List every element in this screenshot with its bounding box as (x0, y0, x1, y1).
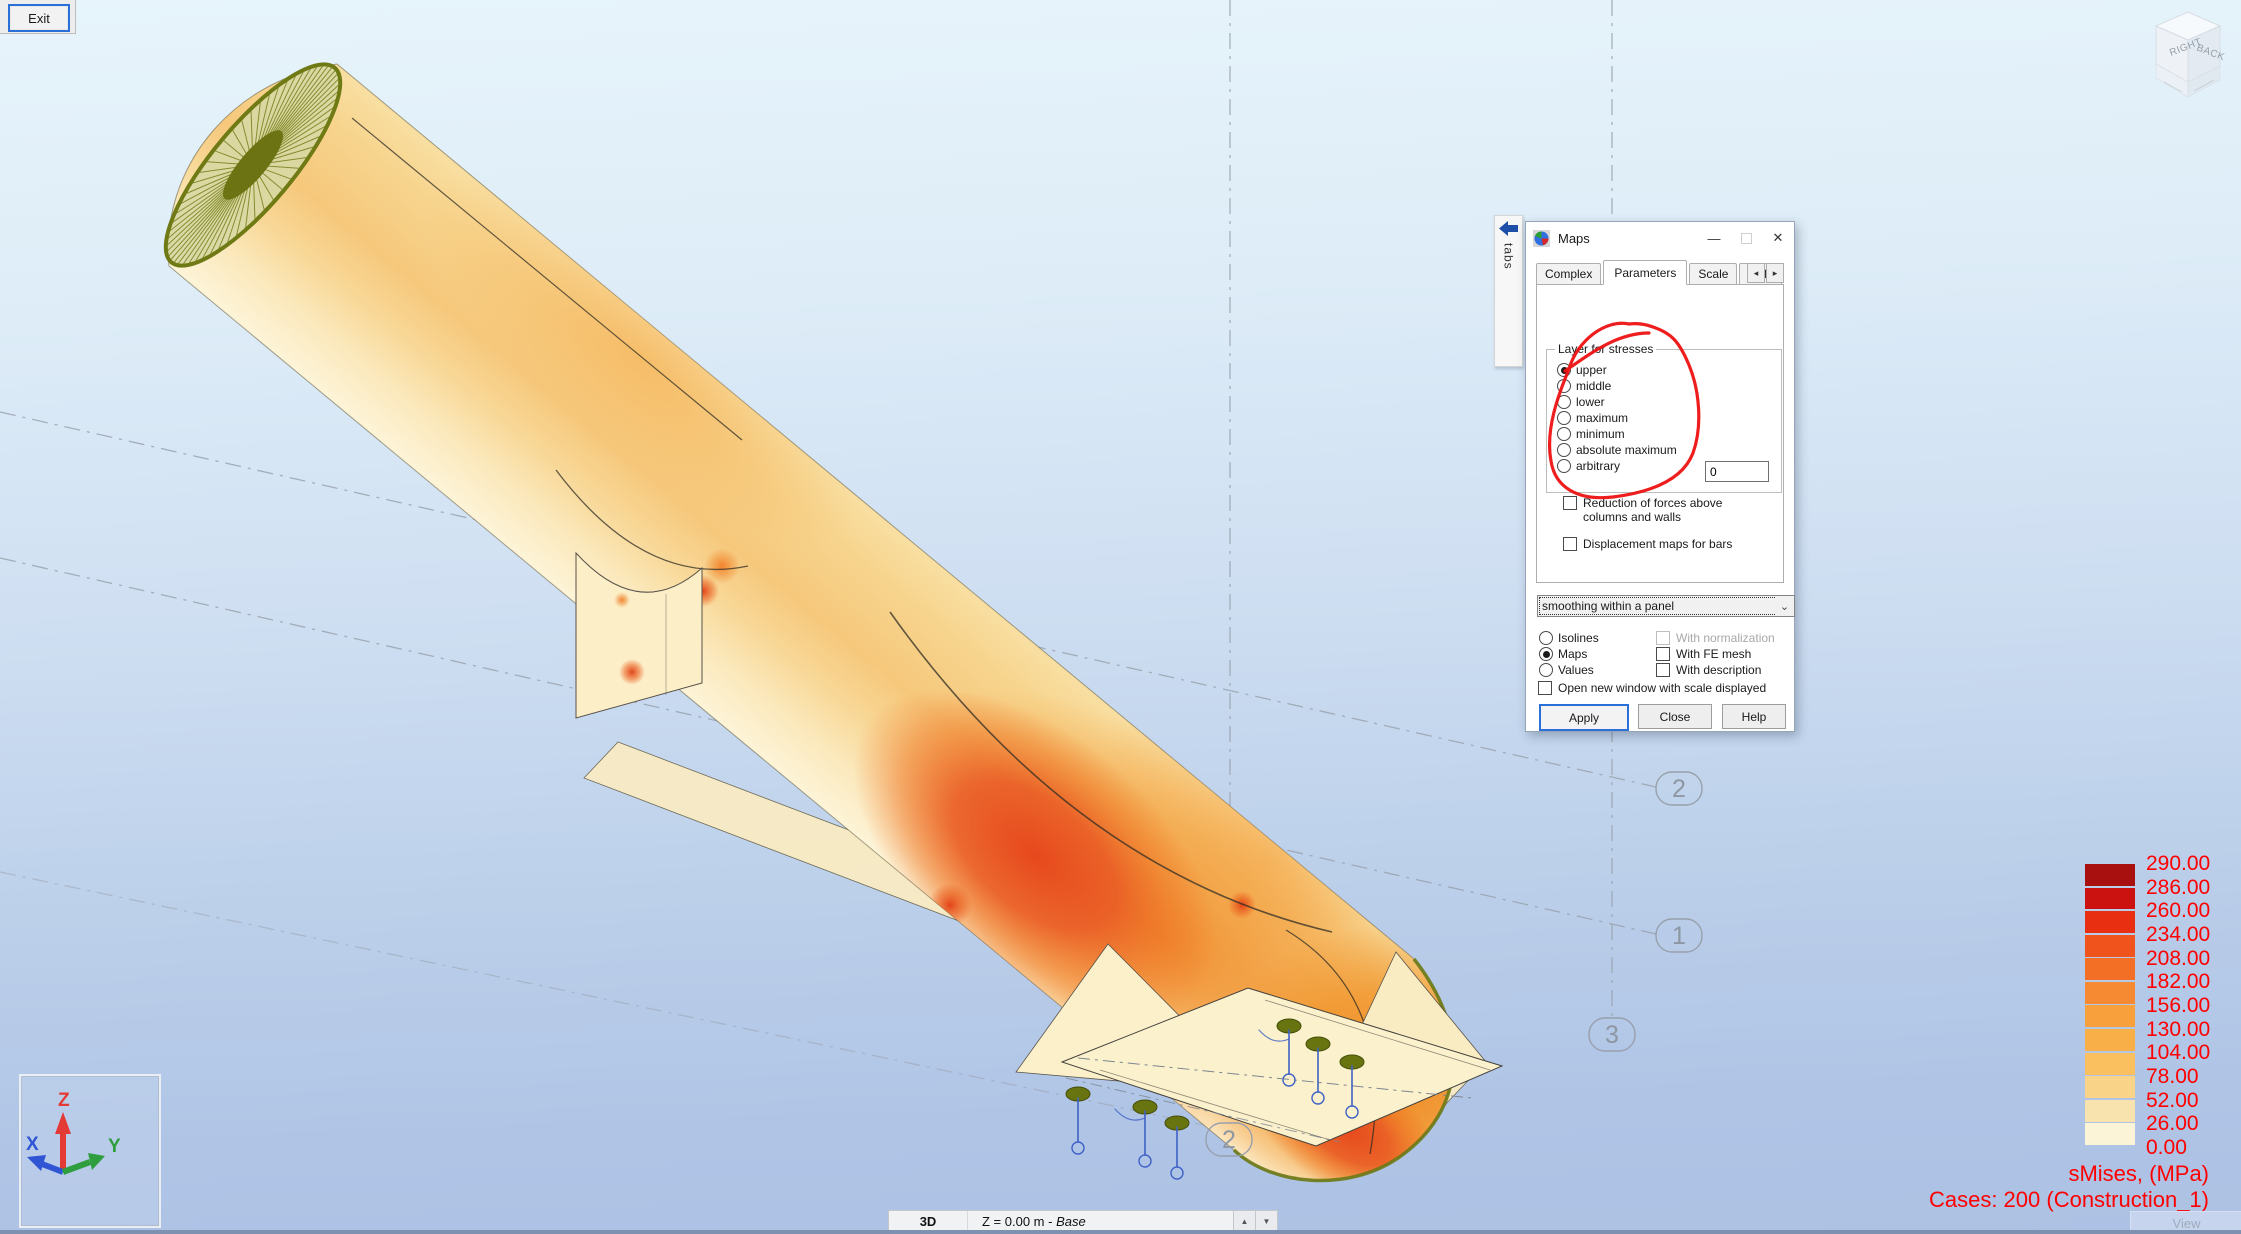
radio-minimum[interactable]: minimum (1557, 426, 1781, 442)
checkbox-reduction-of-forces[interactable]: Reduction of forces above columns and wa… (1563, 496, 1763, 524)
grid-bubble-1: 1 (1655, 918, 1703, 953)
close-icon[interactable]: ✕ (1762, 224, 1794, 252)
legend-value: 234.00 (2146, 922, 2211, 946)
checkbox-with-description[interactable]: With description (1656, 662, 1761, 678)
radio-lower[interactable]: lower (1557, 394, 1781, 410)
legend-value: 26.00 (2146, 1112, 2199, 1136)
axis-z-label: Z (58, 1090, 70, 1111)
apply-button[interactable]: Apply (1539, 704, 1629, 731)
tab-complex[interactable]: Complex (1536, 263, 1602, 285)
legend-value: 104.00 (2146, 1041, 2211, 1065)
grid-bubble-2: 2 (1655, 771, 1703, 806)
level-selector[interactable]: Z = 0.00 m - Base (968, 1211, 1233, 1232)
application-window: 2 1 3 2 Z X Y RIGHT BACK Exit 290.00 286… (0, 0, 2241, 1234)
legend-value: 0.00 (2146, 1135, 2187, 1159)
svg-text:3: 3 (1605, 1021, 1619, 1049)
axis-x-label: X (26, 1134, 39, 1155)
legend-values: 290.00 286.00 260.00 234.00 208.00 182.00 156.… (2146, 852, 2210, 1160)
chevron-down-icon[interactable]: ⌄ (1775, 595, 1795, 617)
legend-swatch (2085, 911, 2135, 934)
window-bottom-edge (0, 1230, 2241, 1234)
radio-absolute-maximum[interactable]: absolute maximum (1557, 442, 1781, 458)
exit-button[interactable]: Exit (8, 4, 70, 32)
level-down-icon[interactable]: ▼ (1255, 1211, 1277, 1232)
radio-maps[interactable]: Maps (1539, 646, 1587, 662)
legend-swatch (2085, 1005, 2135, 1028)
legend-swatch (2085, 887, 2135, 910)
legend-value: 52.00 (2146, 1088, 2199, 1112)
tabs-collapse-strip[interactable]: tabs (1494, 215, 1523, 367)
radio-isolines[interactable]: Isolines (1539, 630, 1599, 646)
layer-for-stresses-group: Layer for stresses upper middle lower ma… (1546, 342, 1782, 493)
legend-value: 78.00 (2146, 1064, 2199, 1088)
tab-scroll-right-icon[interactable]: ▸ (1766, 263, 1784, 283)
legend-swatch (2085, 1099, 2135, 1122)
legend-case-label: Cases: 200 (Construction_1) (1928, 1187, 2209, 1212)
tab-scale[interactable]: Scale (1689, 263, 1738, 285)
legend-value: 286.00 (2146, 875, 2211, 899)
radio-values[interactable]: Values (1539, 662, 1594, 678)
level-up-icon[interactable]: ▲ (1233, 1211, 1255, 1232)
collapse-arrow-icon (1499, 221, 1518, 236)
svg-text:2: 2 (1222, 1126, 1236, 1154)
parameters-tab-page: Layer for stresses upper middle lower ma… (1536, 284, 1784, 583)
help-button[interactable]: Help (1722, 704, 1786, 729)
legend-value: 208.00 (2146, 946, 2211, 970)
legend-title: sMises, (MPa) (2068, 1161, 2209, 1186)
dialog-title: Maps (1558, 230, 1590, 246)
maps-dialog: Maps — ✕ Complex Parameters Scale Deform… (1525, 221, 1795, 732)
legend-value: 156.00 (2146, 993, 2211, 1017)
view-cube[interactable]: RIGHT BACK (2138, 4, 2238, 114)
legend-value: 182.00 (2146, 970, 2211, 994)
close-button[interactable]: Close (1638, 704, 1712, 729)
tabs-strip-label: tabs (1501, 243, 1516, 270)
viewport-3d-scene[interactable]: 2 1 3 2 Z X Y (0, 0, 2241, 1234)
legend-swatch (2085, 981, 2135, 1004)
svg-text:2: 2 (1672, 775, 1686, 803)
view-mode-button[interactable]: 3D (889, 1211, 968, 1232)
axis-triad-panel: Z X Y (19, 1074, 161, 1228)
legend-value: 130.00 (2146, 1017, 2211, 1041)
checkbox-displacement-maps[interactable]: Displacement maps for bars (1563, 537, 1732, 551)
legend-swatch (2085, 1123, 2135, 1146)
checkbox-with-fe-mesh[interactable]: With FE mesh (1656, 646, 1751, 662)
group-title: Layer for stresses (1555, 342, 1657, 356)
smoothing-dropdown[interactable]: smoothing within a panel (1537, 595, 1781, 617)
axis-y-label: Y (108, 1136, 121, 1157)
radio-middle[interactable]: middle (1557, 378, 1781, 394)
maps-dialog-icon (1533, 229, 1550, 247)
legend-swatch (2085, 958, 2135, 981)
dialog-tab-strip: Complex Parameters Scale Deforma ◂ ▸ (1536, 260, 1784, 285)
dialog-titlebar[interactable]: Maps — ✕ (1526, 222, 1794, 254)
svg-text:1: 1 (1672, 922, 1686, 950)
legend-value: 290.00 (2146, 852, 2211, 875)
legend-swatch (2085, 1076, 2135, 1099)
legend-swatch (2085, 864, 2135, 886)
toolbar-corner: Exit (0, 0, 76, 34)
legend-value: 260.00 (2146, 899, 2211, 923)
arbitrary-layer-input[interactable] (1705, 461, 1769, 482)
checkbox-with-normalization: With normalization (1656, 630, 1775, 646)
legend-color-scale (2085, 864, 2135, 1147)
legend-swatch (2085, 1052, 2135, 1075)
legend-swatch (2085, 1029, 2135, 1051)
legend-swatch (2085, 934, 2135, 957)
tab-parameters[interactable]: Parameters (1603, 260, 1688, 285)
checkbox-open-new-window[interactable]: Open new window with scale displayed (1538, 680, 1766, 696)
grid-bubble-3: 3 (1588, 1017, 1636, 1052)
minimize-icon[interactable]: — (1698, 224, 1730, 252)
tab-scroll-left-icon[interactable]: ◂ (1747, 263, 1765, 283)
radio-maximum[interactable]: maximum (1557, 410, 1781, 426)
maximize-icon[interactable] (1730, 224, 1762, 252)
radio-upper[interactable]: upper (1557, 362, 1781, 378)
